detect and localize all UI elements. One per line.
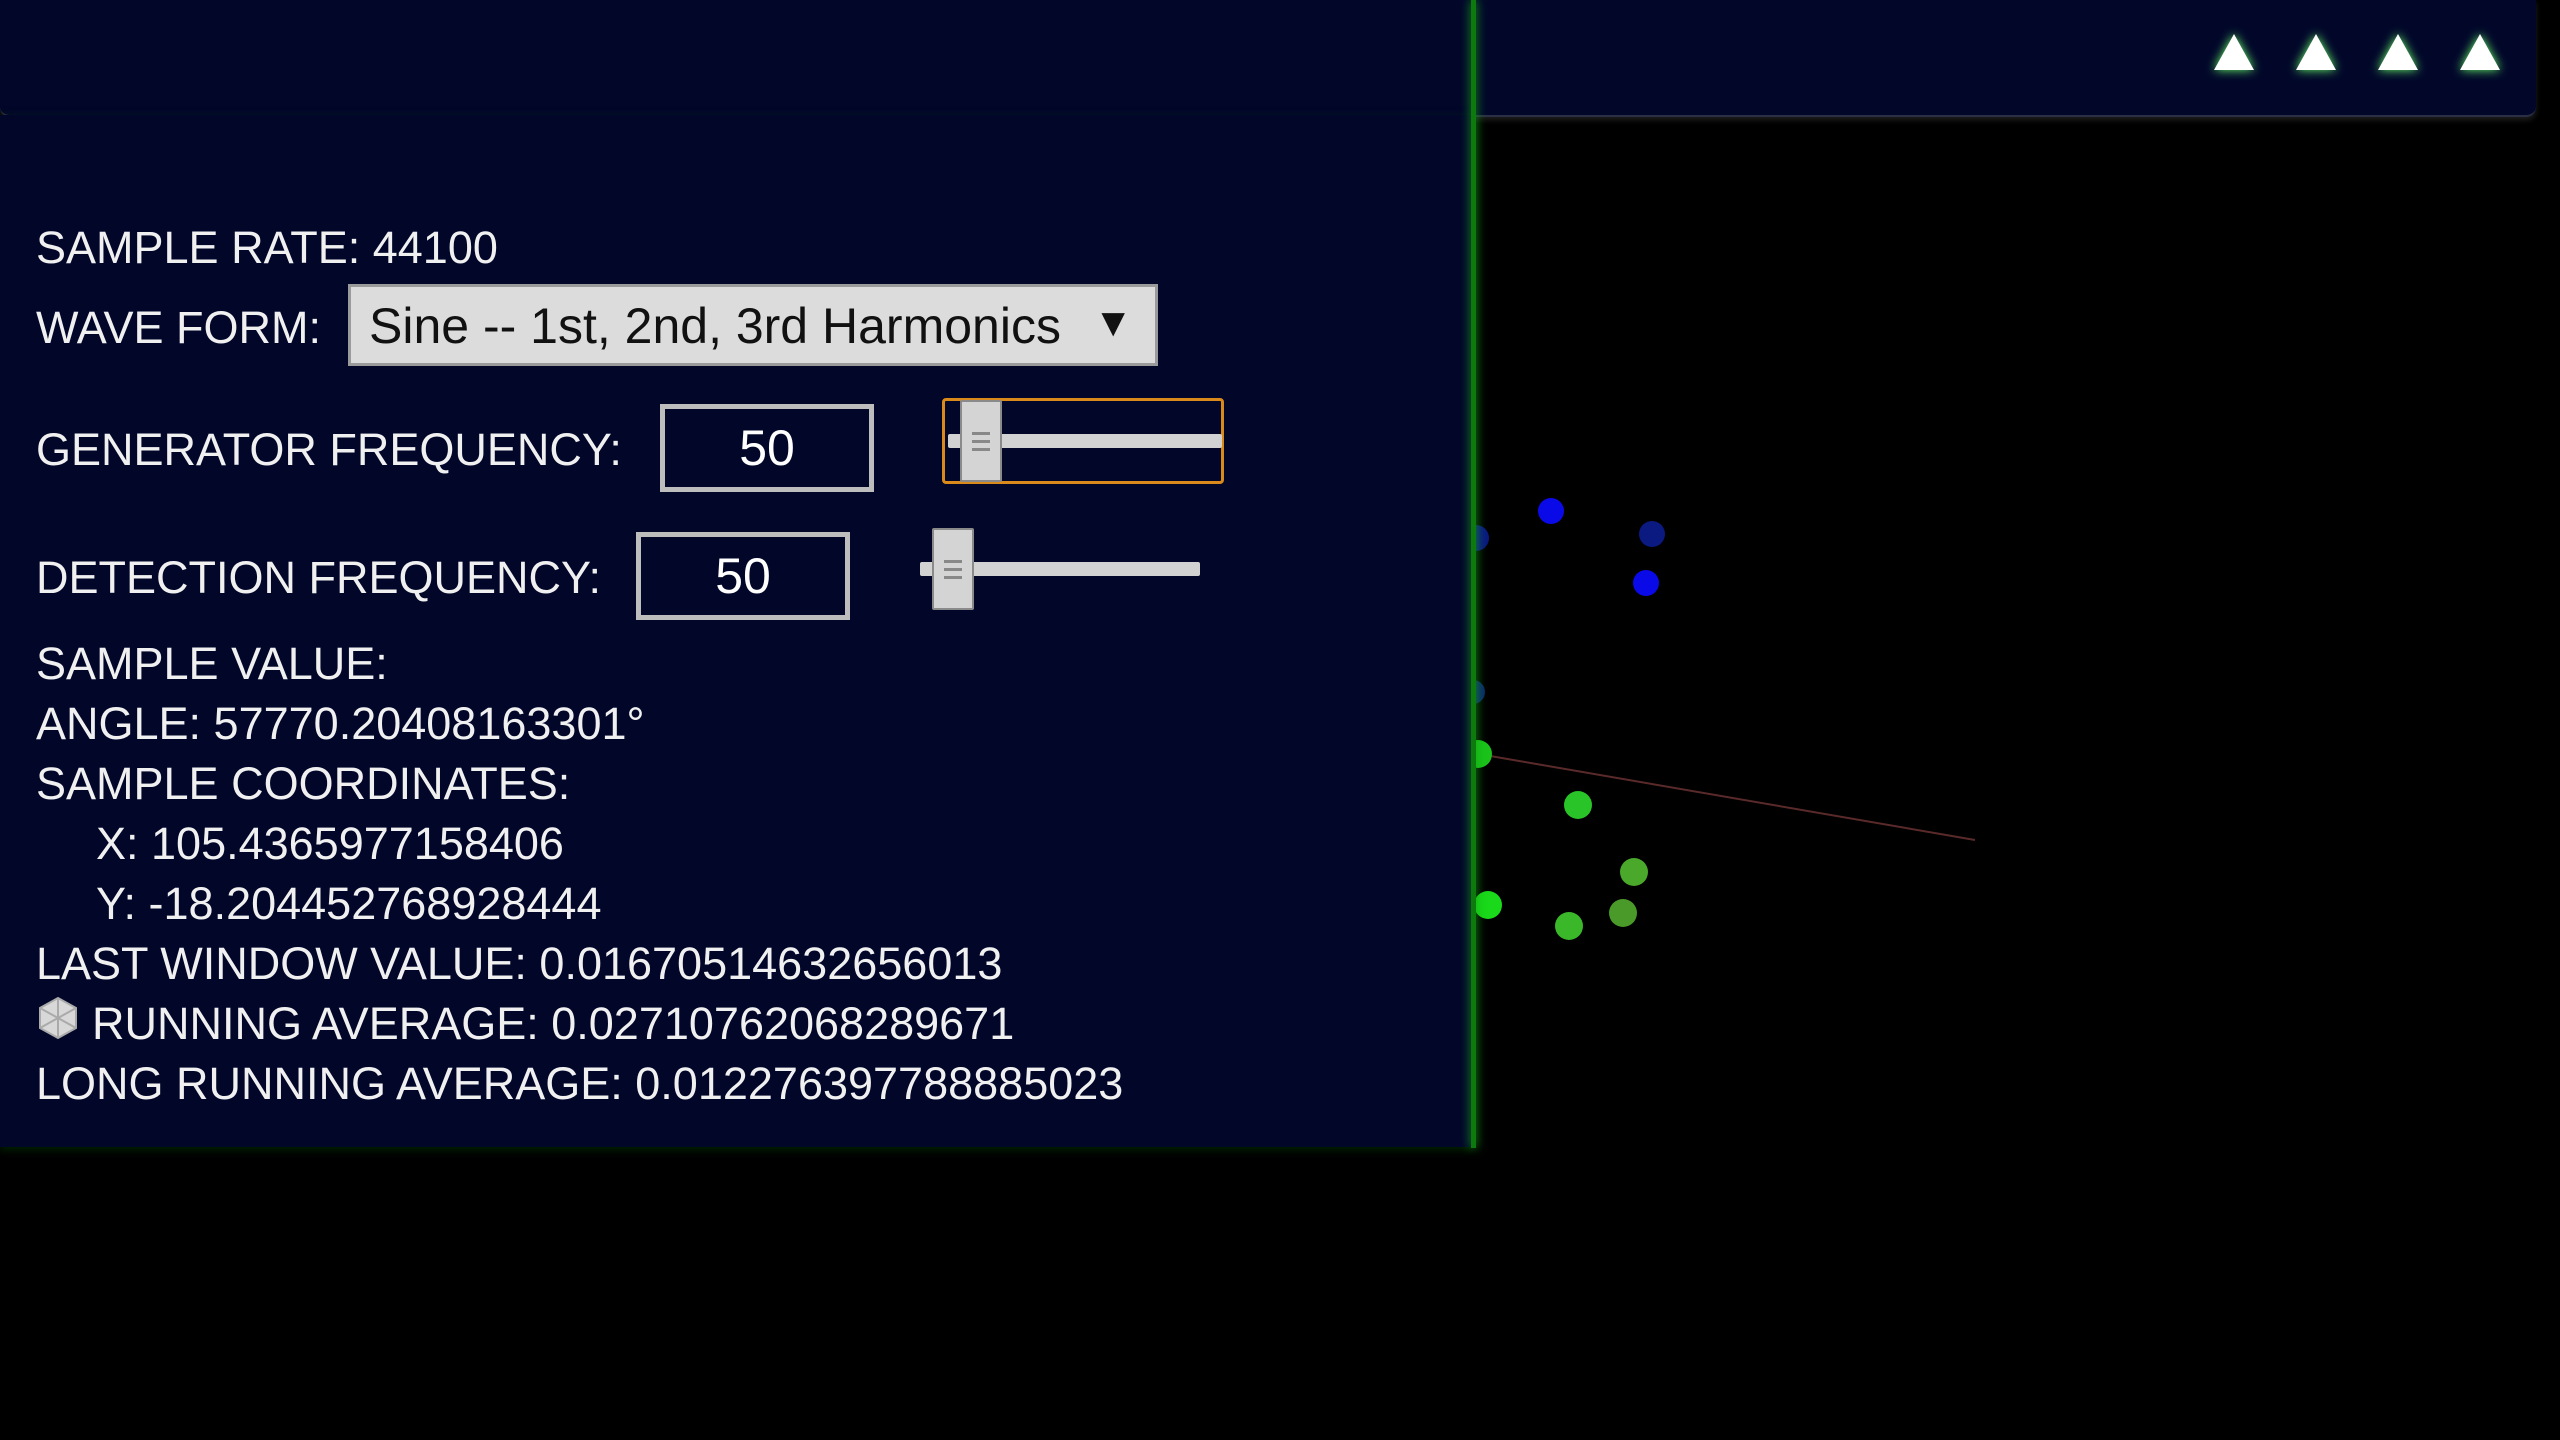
detection-frequency-label: DETECTION FREQUENCY: — [36, 552, 602, 603]
detection-frequency-input[interactable]: 50 — [636, 532, 850, 620]
data-point — [1538, 498, 1564, 524]
angle-readout: ANGLE: 57770.20408163301° — [36, 698, 645, 749]
triangle-up-icon — [2378, 34, 2418, 70]
long-running-average-readout: LONG RUNNING AVERAGE: 0.0122763977888850… — [36, 1058, 1124, 1109]
wave-form-select[interactable]: Sine -- 1st, 2nd, 3rd Harmonics ▼ — [348, 284, 1158, 366]
panel-divider — [1471, 0, 1476, 1148]
running-average-readout: RUNNING AVERAGE: 0.02710762068289671 — [92, 998, 1015, 1049]
data-point — [1609, 899, 1637, 927]
sample-value-label: SAMPLE VALUE: — [36, 638, 388, 689]
sample-coordinates-label: SAMPLE COORDINATES: — [36, 758, 571, 809]
data-point — [1639, 521, 1665, 547]
wave-form-value: Sine -- 1st, 2nd, 3rd Harmonics — [369, 298, 1061, 354]
generator-frequency-label: GENERATOR FREQUENCY: — [36, 424, 622, 475]
triangle-up-icon — [2296, 34, 2336, 70]
toolbar-button-2[interactable] — [2294, 30, 2338, 74]
data-point — [1633, 570, 1659, 596]
x-coordinate-readout: X: 105.4365977158406 — [96, 818, 564, 869]
generator-frequency-input[interactable]: 50 — [660, 404, 874, 492]
toolbar-button-1[interactable] — [2212, 30, 2256, 74]
triangle-up-icon — [2214, 34, 2254, 70]
toolbar-button-3[interactable] — [2376, 30, 2420, 74]
wave-form-label: WAVE FORM: — [36, 302, 321, 353]
toolbar-button-4[interactable] — [2458, 30, 2502, 74]
data-point — [1474, 891, 1502, 919]
y-coordinate-readout: Y: -18.204452768928444 — [96, 878, 602, 929]
data-point — [1564, 791, 1592, 819]
hexagon-icon — [39, 996, 77, 1040]
chevron-down-icon: ▼ — [1093, 301, 1133, 345]
top-toolbar — [0, 0, 2536, 117]
last-window-value-readout: LAST WINDOW VALUE: 0.016705146326560​13 — [36, 938, 1003, 989]
data-point — [1555, 912, 1583, 940]
generator-frequency-slider[interactable] — [948, 400, 1222, 482]
sample-rate-label: SAMPLE RATE: 44100 — [36, 222, 498, 273]
detection-frequency-slider[interactable] — [920, 528, 1200, 610]
data-point — [1620, 858, 1648, 886]
triangle-up-icon — [2460, 34, 2500, 70]
slider-thumb[interactable] — [960, 400, 1002, 482]
slider-thumb[interactable] — [932, 528, 974, 610]
